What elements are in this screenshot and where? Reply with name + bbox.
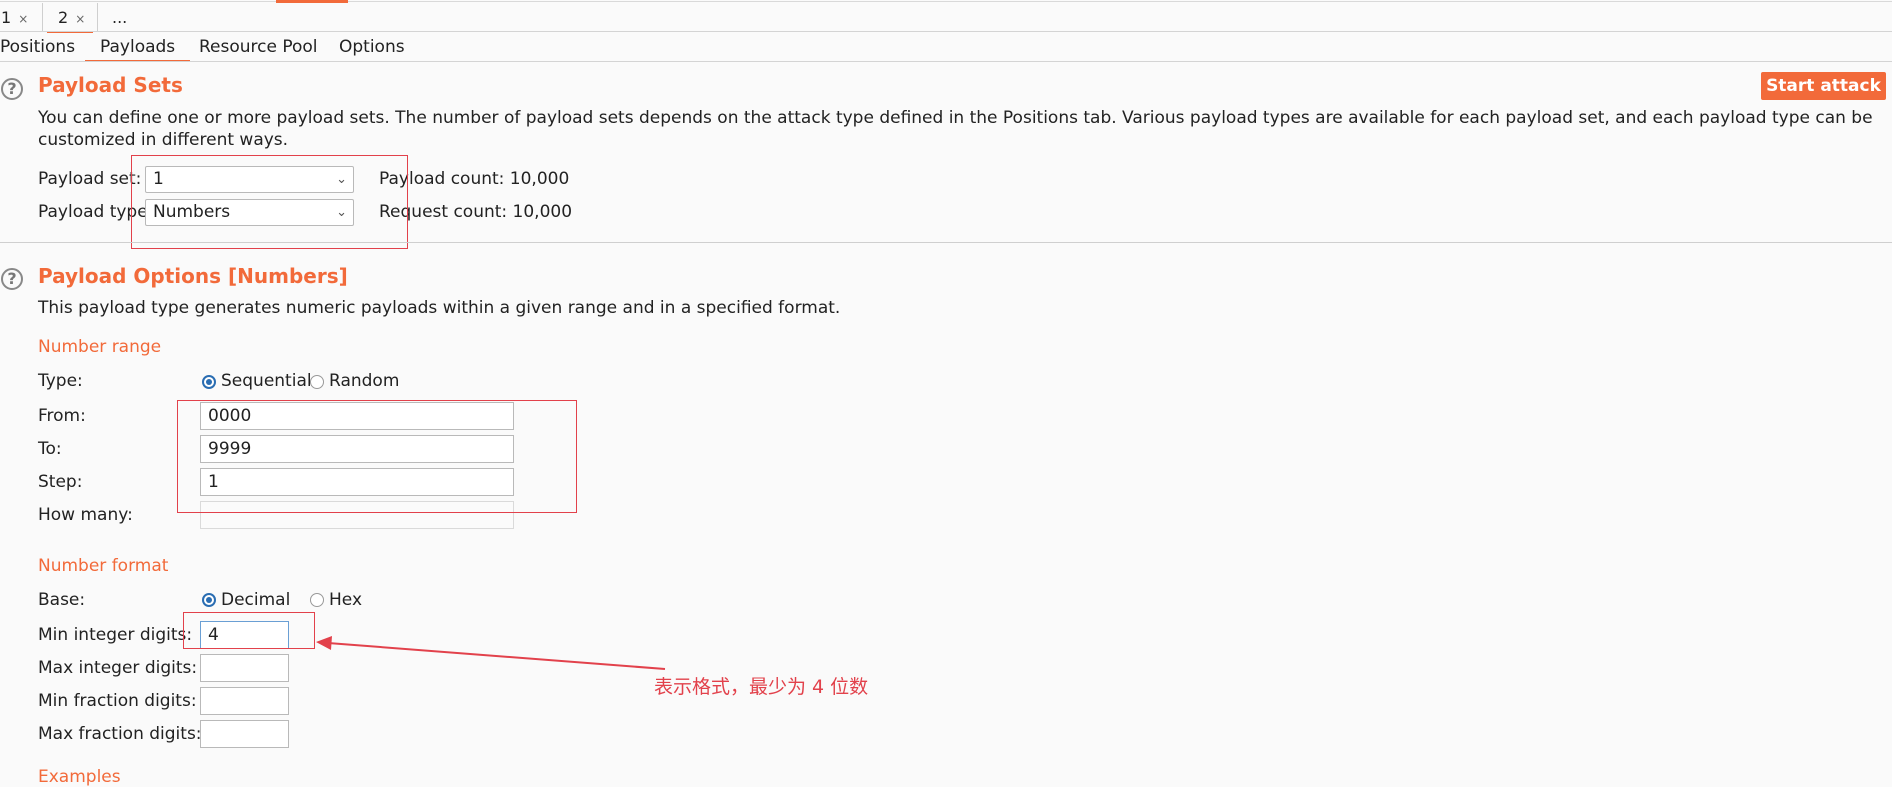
arrow-head (316, 636, 332, 650)
arrow-line (327, 642, 666, 670)
annotation-arrow (316, 636, 666, 670)
annotation-text: 表示格式，最少为 4 位数 (654, 676, 869, 698)
